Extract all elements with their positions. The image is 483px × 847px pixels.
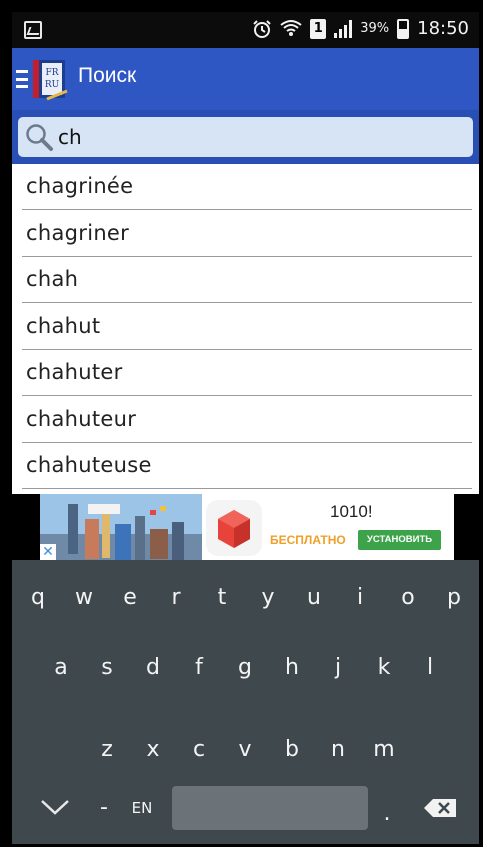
result-item-chagriner[interactable]: chagriner [12, 211, 479, 257]
key-l[interactable]: l [408, 644, 452, 692]
search-input[interactable] [58, 123, 458, 151]
key-b[interactable]: b [270, 726, 314, 774]
app-bar: FR RU Поиск [12, 48, 479, 110]
result-item-chahuteuse[interactable]: chahuteuse [12, 443, 479, 489]
page-title: Поиск [78, 64, 137, 87]
key-p[interactable]: p [432, 574, 476, 622]
app-logo-icon[interactable]: FR RU [33, 58, 69, 102]
key-language[interactable]: EN [120, 784, 164, 832]
key-j[interactable]: j [316, 644, 360, 692]
result-item-chagrinee[interactable]: chagrinée [12, 164, 479, 210]
key-v[interactable]: v [223, 726, 267, 774]
ad-install-button[interactable]: УСТАНОВИТЬ [358, 530, 441, 550]
key-h[interactable]: h [270, 644, 314, 692]
logo-bottom-text: RU [45, 80, 60, 90]
key-f[interactable]: f [177, 644, 221, 692]
result-item-label: chahut [26, 314, 101, 338]
signal-icon [334, 19, 353, 38]
result-item-label: chah [26, 267, 79, 291]
key-s[interactable]: s [85, 644, 129, 692]
result-item-chah[interactable]: chah [12, 257, 479, 303]
key-r[interactable]: r [154, 574, 198, 622]
alarm-icon [252, 19, 272, 39]
key-k[interactable]: k [362, 644, 406, 692]
key-t[interactable]: t [200, 574, 244, 622]
key-period[interactable]: . [365, 790, 409, 838]
key-g[interactable]: g [223, 644, 267, 692]
ad-free-label: БЕСПЛАТНО [270, 533, 346, 547]
keyboard: q w e r t y u i o p a s d f g h j k l z … [12, 560, 479, 844]
result-item-chahuteur[interactable]: chahuteur [12, 397, 479, 443]
result-item-chahut[interactable]: chahut [12, 304, 479, 350]
key-z[interactable]: z [85, 726, 129, 774]
hide-keyboard-icon[interactable] [40, 798, 70, 816]
key-n[interactable]: n [316, 726, 360, 774]
result-item-label: chagrinée [26, 174, 134, 198]
device-frame: 1 39% 18:50 FR RU Поиск ch chagrinée cha… [0, 0, 483, 847]
wifi-icon [280, 19, 302, 39]
screen: 1 39% 18:50 FR RU Поиск ch chagrinée cha… [12, 12, 479, 844]
gallery-notification-icon [24, 21, 42, 39]
status-icons: 1 39% 18:50 [252, 18, 469, 39]
status-bar: 1 39% 18:50 [12, 12, 479, 48]
key-e[interactable]: e [108, 574, 152, 622]
ad-close-icon[interactable]: ✕ [40, 544, 56, 560]
result-item-label: chagriner [26, 221, 130, 245]
result-item-label: chahuteuse [26, 453, 152, 477]
ad-app-icon [206, 500, 262, 556]
search-bar [12, 110, 479, 164]
key-d[interactable]: d [131, 644, 175, 692]
space-key[interactable] [172, 786, 368, 830]
logo-top-text: FR [45, 68, 58, 78]
clock: 18:50 [417, 18, 469, 39]
battery-percent: 39% [360, 21, 390, 36]
result-item-chahuter[interactable]: chahuter [12, 350, 479, 396]
key-o[interactable]: o [386, 574, 430, 622]
key-y[interactable]: y [246, 574, 290, 622]
results-list: chagrinée chagriner chah chahut chahuter… [12, 164, 479, 494]
ad-image [40, 494, 202, 560]
divider [22, 488, 472, 489]
key-i[interactable]: i [338, 574, 382, 622]
key-c[interactable]: c [177, 726, 221, 774]
key-u[interactable]: u [292, 574, 336, 622]
sim-icon: 1 [310, 18, 327, 39]
key-w[interactable]: w [62, 574, 106, 622]
key-a[interactable]: a [39, 644, 83, 692]
backspace-icon[interactable] [423, 798, 457, 818]
key-m[interactable]: m [362, 726, 406, 774]
result-item-label: chahuter [26, 360, 123, 384]
ad-banner[interactable]: ✕ 1010! БЕСПЛАТНО УСТАНОВИТЬ [40, 494, 454, 560]
search-box[interactable] [18, 117, 473, 157]
ad-title: 1010! [330, 502, 373, 521]
divider [22, 395, 472, 396]
divider [22, 302, 472, 303]
divider [22, 209, 472, 210]
key-x[interactable]: x [131, 726, 175, 774]
result-item-label: chahuteur [26, 407, 137, 431]
key-q[interactable]: q [16, 574, 60, 622]
menu-icon[interactable] [16, 70, 28, 88]
search-icon [26, 124, 53, 151]
battery-icon [397, 18, 410, 39]
